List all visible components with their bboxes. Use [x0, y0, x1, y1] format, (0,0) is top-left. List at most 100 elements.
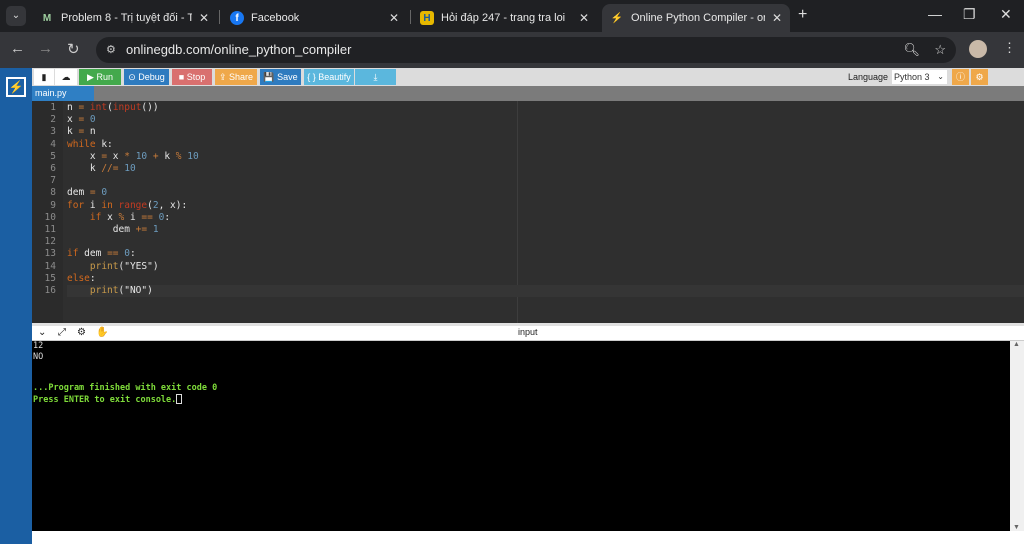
site-settings-icon[interactable]: ⚙ — [106, 37, 116, 63]
close-tab-icon[interactable]: ✕ — [199, 11, 209, 25]
new-tab-button[interactable]: + — [798, 6, 807, 24]
code-token: dem — [67, 187, 90, 199]
line-number: 4 — [50, 138, 56, 150]
code-token: i — [84, 199, 102, 211]
code-token: in — [101, 199, 119, 211]
stop-button[interactable]: ■ Stop — [172, 69, 212, 85]
back-icon[interactable]: ← — [10, 40, 25, 57]
console-settings-icon[interactable]: ⚙ — [77, 327, 86, 338]
line-number: 6 — [50, 163, 56, 174]
close-tab-icon[interactable]: ✕ — [772, 11, 782, 25]
clear-console-icon[interactable]: ✋ — [96, 327, 108, 338]
profile-avatar[interactable] — [969, 40, 987, 58]
console-line: 12 — [33, 341, 44, 351]
code-token: ("NO") — [118, 285, 153, 296]
close-tab-icon[interactable]: ✕ — [579, 11, 589, 25]
code-token: x — [112, 150, 125, 162]
console-output[interactable]: 12 NO ...Program finished with exit code… — [32, 341, 1010, 531]
code-line: while k: — [67, 139, 1024, 151]
code-token: if — [67, 248, 79, 260]
code-token: x — [67, 114, 79, 126]
chevron-down-icon: ⌄ — [937, 72, 944, 81]
console-line: NO — [33, 352, 44, 362]
share-button[interactable]: ⇪ Share — [215, 69, 257, 85]
code-line: print("NO") — [67, 285, 1024, 297]
line-number: 12 — [44, 236, 56, 248]
code-token: print — [89, 260, 119, 272]
code-token: = — [78, 102, 90, 113]
code-line: n = int(input()) — [67, 102, 1024, 114]
run-button[interactable]: ▶ Run — [79, 69, 121, 85]
code-token: 10 — [135, 150, 153, 162]
close-window-icon[interactable]: ✕ — [1000, 6, 1012, 23]
line-number: 10 — [44, 211, 56, 223]
code-token: else — [67, 272, 90, 284]
minimize-icon[interactable]: — — [928, 6, 942, 22]
line-number: 2 — [50, 114, 56, 126]
code-token: : — [164, 211, 171, 223]
code-token: n — [89, 126, 96, 138]
press-enter-message: Press ENTER to exit console. — [33, 394, 183, 406]
code-line: if x % i == 0: — [67, 212, 1024, 224]
code-token: += — [135, 224, 153, 235]
code-token: == — [107, 248, 125, 260]
code-line: k = n — [67, 126, 1024, 138]
browser-tab-onlinegdb[interactable]: ⚡ Online Python Compiler - online ✕ — [602, 4, 790, 32]
onlinegdb-icon: ⚡ — [610, 12, 624, 24]
sidebar: ⚡ — [0, 68, 32, 544]
settings-button[interactable]: ⚙ — [971, 69, 988, 85]
upload-button[interactable]: ☁ — [55, 69, 77, 85]
tab-title: Facebook — [251, 12, 300, 24]
code-token: ("YES") — [118, 260, 159, 272]
menu-icon[interactable]: ⋮ — [1003, 40, 1016, 56]
collapse-icon[interactable]: ⌄ — [38, 327, 46, 338]
code-token: , x): — [158, 199, 188, 211]
code-token: : — [89, 272, 96, 284]
code-editor[interactable]: 1 2 3 4 5 6 7 8 9 10 11 12 13 14 15 16 n = int(input())… — [32, 101, 1024, 323]
input-tab[interactable]: input — [518, 327, 538, 337]
console-header: ⌄ ⤢ ⚙ ✋ input — [32, 326, 1024, 341]
zoom-icon[interactable]: 🔍︎ — [903, 37, 920, 63]
save-button[interactable]: 💾 Save — [260, 69, 301, 85]
download-button[interactable]: ⤓ — [355, 69, 396, 85]
code-token: 0 — [101, 187, 108, 199]
code-line: x = 0 — [67, 114, 1024, 126]
code-token: dem — [78, 248, 108, 260]
expand-icon[interactable]: ⤢ — [58, 327, 66, 338]
onlinegdb-logo-icon[interactable]: ⚡ — [6, 77, 26, 97]
url-text: onlinegdb.com/online_python_compiler — [126, 42, 352, 57]
code-token: int — [89, 102, 108, 113]
close-tab-icon[interactable]: ✕ — [389, 11, 399, 25]
url-input[interactable]: ⚙ onlinegdb.com/online_python_compiler 🔍… — [96, 37, 956, 63]
code-token: if — [89, 211, 102, 223]
line-number: 7 — [50, 175, 56, 187]
console-scrollbar[interactable]: ▲ ▼ — [1010, 341, 1024, 531]
code-line: k //= 10 — [67, 163, 1024, 175]
new-file-button[interactable]: ▮ — [34, 69, 54, 85]
language-select[interactable]: Python 3 ⌄ — [892, 70, 947, 84]
browser-tab-facebook[interactable]: f Facebook ✕ — [222, 4, 407, 32]
info-button[interactable]: ⓘ — [952, 69, 969, 85]
restore-icon[interactable]: ❐ — [963, 6, 976, 23]
code-line: x = x * 10 + k % 10 — [67, 151, 1024, 163]
code-line: for i in range(2, x): — [67, 200, 1024, 212]
tab-list-button[interactable]: ⌄ — [6, 6, 26, 26]
forward-icon[interactable]: → — [38, 40, 53, 57]
code-token: n — [67, 102, 79, 113]
code-line: dem = 0 — [67, 187, 1024, 199]
debug-button[interactable]: ⊙ Debug — [124, 69, 169, 85]
line-number: 5 — [50, 150, 56, 162]
code-token: range — [118, 199, 148, 211]
file-tab-main[interactable]: main.py — [32, 86, 94, 101]
address-bar-row: ← → ↻ ⚙ onlinegdb.com/online_python_comp… — [0, 32, 1024, 68]
browser-tab-problem[interactable]: M Problem 8 - Trị tuyệt đối - TMat ✕ — [32, 4, 217, 32]
line-number: 14 — [44, 260, 56, 272]
browser-tab-hoidap[interactable]: H Hỏi đáp 247 - trang tra loi ✕ — [412, 4, 597, 32]
code-token: % — [118, 211, 130, 223]
reload-icon[interactable]: ↻ — [67, 40, 80, 58]
bookmark-star-icon[interactable]: ☆ — [934, 37, 946, 63]
beautify-button[interactable]: { } Beautify — [304, 69, 354, 85]
gmail-icon: M — [42, 12, 52, 24]
